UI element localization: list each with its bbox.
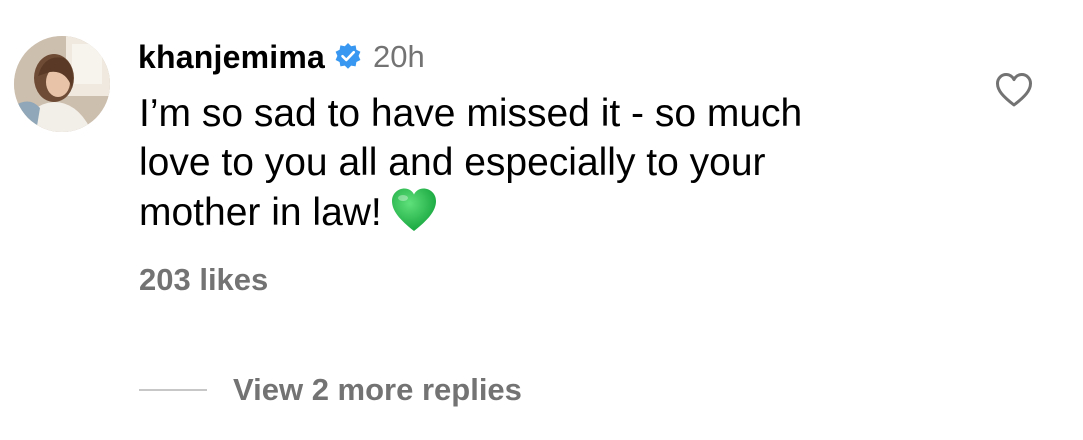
comment-text: I’m so sad to have missed it - so much l… bbox=[139, 89, 939, 237]
replies-divider bbox=[139, 389, 207, 391]
comment-text-line: love to you all and especially to your bbox=[139, 141, 766, 184]
avatar-image bbox=[14, 36, 110, 132]
view-replies-label: View 2 more replies bbox=[233, 372, 522, 407]
comment-text-line: mother in law! bbox=[139, 187, 939, 237]
comment-timestamp: 20h bbox=[372, 39, 425, 74]
green-heart-icon bbox=[390, 187, 438, 233]
avatar[interactable] bbox=[14, 36, 110, 132]
verified-badge-icon bbox=[333, 42, 363, 72]
comment-text-line-content: mother in law! bbox=[139, 191, 382, 234]
username[interactable]: khanjemima bbox=[138, 39, 325, 76]
heart-outline-icon[interactable] bbox=[995, 72, 1033, 108]
comment-text-line: I’m so sad to have missed it - so much bbox=[139, 92, 803, 135]
comment-header: khanjemima 20h bbox=[138, 36, 425, 78]
view-replies-button[interactable]: View 2 more replies bbox=[139, 368, 522, 412]
comment: khanjemima 20h I’m so sad to have missed… bbox=[0, 0, 1083, 440]
likes-count[interactable]: 203 likes bbox=[139, 262, 268, 298]
